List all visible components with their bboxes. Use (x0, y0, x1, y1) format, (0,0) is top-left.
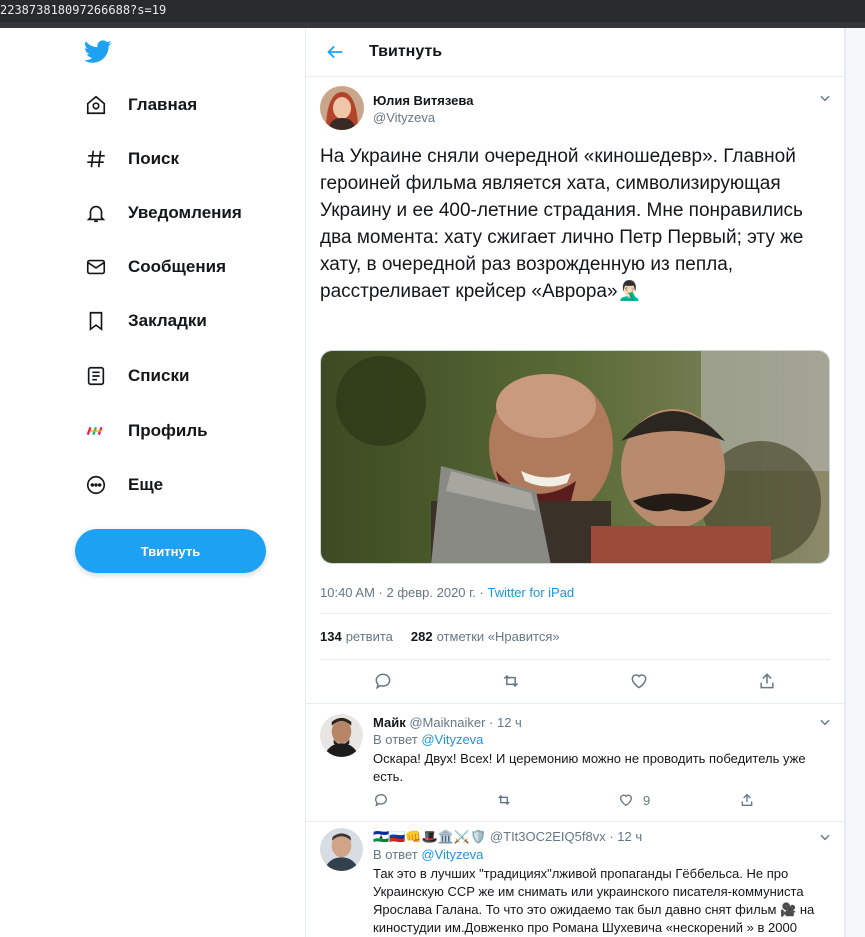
divider (306, 821, 845, 822)
like-heart-icon[interactable] (629, 671, 649, 691)
like-heart-icon (619, 794, 633, 807)
back-arrow-icon[interactable] (324, 41, 346, 63)
reply-to-line: В ответ @Vityzeva (373, 847, 483, 862)
divider (306, 703, 845, 704)
retweets-stat[interactable]: 134 ретвита (320, 629, 393, 644)
compose-tweet-button[interactable]: Твитнуть (75, 529, 266, 573)
reply-author-name[interactable]: Майк (373, 715, 406, 730)
reply-avatar[interactable] (320, 714, 363, 757)
nav-notifications[interactable]: Уведомления (74, 193, 252, 233)
reply-text: Оскара! Двух! Всех! И церемонию можно не… (373, 751, 806, 784)
tweet-video-thumbnail[interactable] (320, 350, 830, 564)
tweet-timestamp[interactable]: 10:40 AM · 2 февр. 2020 г. · (320, 585, 487, 600)
nav-explore[interactable]: Поиск (74, 139, 189, 179)
tweet-source-link[interactable]: Twitter for iPad (487, 585, 574, 600)
more-circle-icon (84, 473, 108, 497)
nav-more[interactable]: Еще (74, 465, 173, 505)
divider (320, 659, 830, 660)
likes-label: отметки «Нравится» (436, 629, 560, 644)
reply-to-link[interactable]: @Vityzeva (421, 732, 483, 747)
retweets-label: ретвита (345, 629, 393, 644)
tweet-stats: 134 ретвита 282 отметки «Нравится» (320, 629, 560, 644)
reply-to-prefix: В ответ (373, 847, 422, 862)
chevron-down-icon[interactable] (818, 91, 832, 105)
nav-messages-label: Сообщения (128, 257, 226, 276)
url-text: 223873818097266688?s=19 (0, 3, 167, 17)
share-icon[interactable] (757, 671, 777, 691)
hashtag-icon (84, 147, 108, 171)
chevron-down-icon[interactable] (818, 715, 832, 729)
bookmark-icon (84, 309, 108, 333)
reply-header: Майк @Maiknaiker · 12 ч (373, 715, 522, 730)
likes-stat[interactable]: 282 отметки «Нравится» (411, 629, 560, 644)
reply-author-name[interactable]: 🇱🇸🇷🇺👊🎩🏛️⚔️🛡️ (373, 829, 486, 844)
author-avatar[interactable] (320, 86, 364, 130)
nav-home[interactable]: Главная (74, 85, 207, 125)
nav-lists-label: Списки (128, 366, 190, 385)
reply-to-line: В ответ @Vityzeva (373, 732, 483, 747)
page-title: Твитнуть (369, 43, 443, 60)
reply-time[interactable]: · 12 ч (489, 715, 522, 730)
reply-to-prefix: В ответ (373, 732, 422, 747)
page-header: Твитнуть (306, 28, 845, 77)
reply-to-link[interactable]: @Vityzeva (421, 847, 483, 862)
nav-messages[interactable]: Сообщения (74, 247, 236, 287)
nav-profile-label: Профиль (128, 421, 208, 440)
bell-icon (84, 201, 108, 225)
browser-url-bar[interactable]: 223873818097266688?s=19 (0, 0, 865, 22)
retweet-icon[interactable] (496, 792, 512, 808)
profile-avatar-icon (84, 419, 108, 443)
share-icon[interactable] (739, 792, 755, 808)
divider (320, 613, 830, 614)
nav-notifications-label: Уведомления (128, 203, 242, 222)
main-column: Твитнуть Юлия Витязева @Vityzeva На Укра… (305, 28, 845, 937)
home-icon (84, 93, 108, 117)
twitter-bird-icon[interactable] (83, 40, 112, 64)
nav-lists[interactable]: Списки (74, 356, 199, 396)
retweets-count: 134 (320, 629, 342, 644)
reply-time[interactable]: · 12 ч (609, 829, 642, 844)
nav-profile[interactable]: Профиль (74, 411, 218, 451)
envelope-icon (84, 255, 108, 279)
author-handle[interactable]: @Vityzeva (373, 110, 435, 125)
retweet-icon[interactable] (501, 671, 521, 691)
reply-author-handle[interactable]: @TIt3OC2EIQ5f8vx (490, 829, 606, 844)
nav-bookmarks[interactable]: Закладки (74, 301, 217, 341)
like-count: 9 (643, 792, 651, 808)
page-right-gutter (845, 28, 865, 937)
nav-explore-label: Поиск (128, 149, 180, 168)
reply-avatar[interactable] (320, 828, 363, 871)
chevron-down-icon[interactable] (818, 830, 832, 844)
reply-icon[interactable] (373, 792, 389, 808)
nav-home-label: Главная (128, 95, 198, 114)
tweet-text: На Украине сняли очередной «киношедевр».… (320, 146, 804, 302)
reply-text: Так это в лучших "традициях"лживой пропа… (373, 866, 815, 935)
nav-more-label: Еще (128, 475, 164, 494)
reply-icon[interactable] (373, 671, 393, 691)
sidebar: Главная Поиск Уведомления Сообщения Закл… (0, 28, 305, 937)
list-icon (84, 364, 108, 388)
reply-header: 🇱🇸🇷🇺👊🎩🏛️⚔️🛡️ @TIt3OC2EIQ5f8vx · 12 ч (373, 829, 642, 845)
likes-count: 282 (410, 629, 433, 644)
tweet-meta: 10:40 AM · 2 февр. 2020 г. · Twitter for… (320, 585, 574, 600)
nav-bookmarks-label: Закладки (128, 311, 207, 330)
like-button[interactable]: 9 (618, 792, 650, 808)
author-name[interactable]: Юлия Витязева (373, 93, 473, 108)
reply-author-handle[interactable]: @Maiknaiker (409, 715, 485, 730)
